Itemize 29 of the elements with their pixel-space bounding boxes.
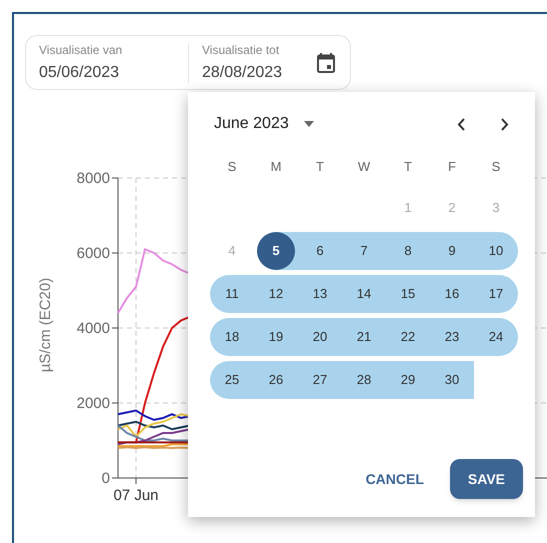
calendar-day[interactable]: 5 — [257, 232, 295, 270]
tick-mark — [112, 252, 118, 254]
axis-tick-label: 4000 — [76, 320, 110, 337]
y-axis-label: µS/cm (EC20) — [37, 278, 54, 372]
axis-tick-label: 8000 — [76, 170, 110, 187]
weekday-label: T — [403, 158, 413, 176]
weekday-label: W — [356, 158, 372, 176]
save-button[interactable]: SAVE — [450, 459, 523, 499]
field-label: Visualisatie van — [39, 42, 124, 58]
month-label: June 2023 — [214, 114, 289, 134]
field-value: 05/06/2023 — [39, 62, 120, 82]
field-label: Visualisatie tot — [202, 42, 280, 58]
chevron-right-icon — [501, 118, 509, 130]
caret-icon — [304, 121, 314, 127]
weekday-label: F — [447, 158, 457, 176]
axis-tick-label: 0 — [102, 470, 110, 487]
date-range-field[interactable]: Visualisatie van 05/06/2023 Visualisatie tot 28/08/2023 — [25, 35, 351, 90]
chevron-left-icon — [457, 118, 465, 130]
tick-mark — [112, 402, 118, 404]
cancel-button[interactable]: CANCEL — [358, 459, 432, 499]
calendar-icon[interactable] — [317, 52, 335, 72]
weekday-label: S — [490, 158, 502, 176]
axis-tick-label: 2000 — [76, 395, 110, 412]
field-value: 28/08/2023 — [202, 62, 284, 82]
axis-tick-label: 6000 — [76, 245, 110, 262]
weekday-label: T — [315, 158, 325, 176]
weekday-label: S — [226, 158, 238, 176]
axis-tick-label: 07 Jun — [113, 487, 159, 504]
weekday-label: M — [270, 158, 282, 176]
